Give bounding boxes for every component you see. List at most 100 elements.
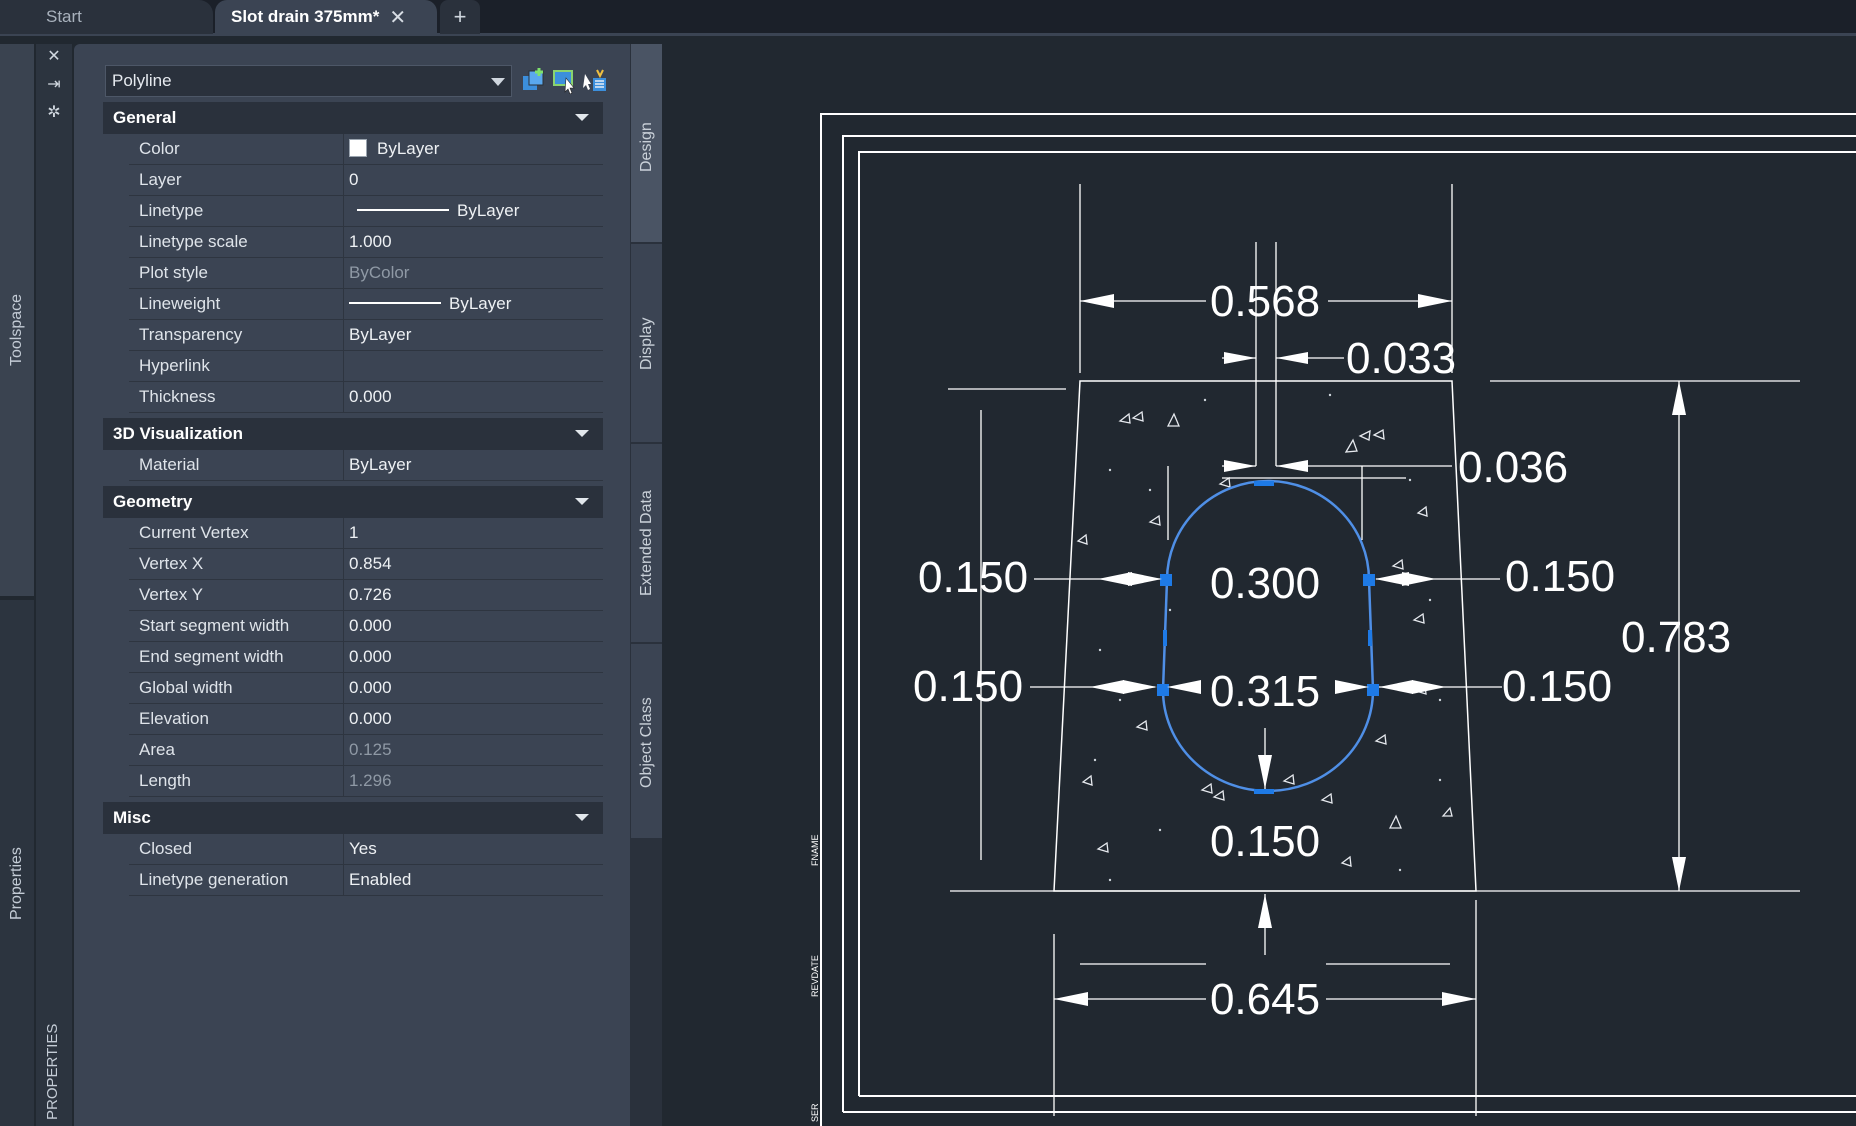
prop-row-length[interactable]: Length 1.296 (129, 766, 603, 797)
toolspace-label[interactable]: Toolspace (8, 294, 26, 366)
prop-row-vertex-x[interactable]: Vertex X 0.854 (129, 549, 603, 580)
prop-row-vertex-y[interactable]: Vertex Y 0.726 (129, 580, 603, 611)
prop-row-linetype[interactable]: Linetype ByLayer (129, 196, 603, 227)
prop-row-elevation[interactable]: Elevation 0.000 (129, 704, 603, 735)
drawing-svg[interactable]: FNAME REVDATE SER 0.568 0.033 0.036 0.15… (662, 36, 1856, 1126)
prop-value[interactable]: 0 (345, 165, 603, 195)
tab-object-class[interactable]: Object Class (630, 644, 662, 838)
prop-row-closed[interactable]: Closed Yes (129, 834, 603, 865)
properties-panel: Polyline General Color ByLayer Layer 0 L… (74, 44, 630, 1126)
prop-value[interactable] (345, 351, 603, 381)
prop-value[interactable]: ByLayer (345, 196, 603, 226)
prop-value: ByColor (345, 258, 603, 288)
section-gutter (103, 518, 129, 797)
prop-label: Lineweight (129, 289, 344, 319)
prop-value[interactable]: Yes (345, 834, 603, 864)
collapse-icon[interactable] (575, 814, 589, 821)
tab-extended-data[interactable]: Extended Data (630, 444, 662, 642)
prop-label: Elevation (129, 704, 344, 734)
prop-value[interactable]: 0.000 (345, 382, 603, 412)
selected-polyline[interactable] (1161, 479, 1375, 793)
dim-slot-width[interactable]: 0.033 (1346, 334, 1456, 383)
prop-value[interactable]: 0.000 (345, 704, 603, 734)
close-icon[interactable]: ✕ (389, 5, 406, 30)
dim-side-right-lower[interactable]: 0.150 (1502, 662, 1612, 711)
section-3d-title: 3D Visualization (113, 424, 244, 443)
prop-value[interactable]: 0.000 (345, 673, 603, 703)
dim-side-left-lower[interactable]: 0.150 (913, 662, 1023, 711)
section-misc[interactable]: Misc (103, 802, 603, 834)
dim-base-width[interactable]: 0.645 (1210, 975, 1320, 1024)
prop-row-thickness[interactable]: Thickness 0.000 (129, 382, 603, 413)
tab-display[interactable]: Display (630, 244, 662, 442)
prop-value[interactable]: ByLayer (345, 450, 603, 480)
prop-value[interactable]: ByLayer (345, 289, 603, 319)
auto-hide-icon[interactable]: ⇥ (45, 76, 63, 94)
dim-top-width[interactable]: 0.568 (1210, 277, 1320, 326)
tab-start[interactable]: Start (0, 0, 213, 34)
drawing-canvas[interactable]: FNAME REVDATE SER 0.568 0.033 0.036 0.15… (662, 36, 1856, 1126)
quick-select-icon[interactable] (583, 68, 609, 94)
prop-label: Hyperlink (129, 351, 344, 381)
prop-row-linetype-generation[interactable]: Linetype generation Enabled (129, 865, 603, 896)
prop-value[interactable]: 1 (345, 518, 603, 548)
settings-icon[interactable]: ✲ (45, 104, 63, 122)
dim-inner-upper-width[interactable]: 0.300 (1210, 559, 1320, 608)
new-tab-button[interactable]: + (440, 0, 480, 34)
prop-row-lineweight[interactable]: Lineweight ByLayer (129, 289, 603, 320)
tab-design[interactable]: Design (630, 44, 662, 242)
prop-row-hyperlink[interactable]: Hyperlink (129, 351, 603, 382)
select-objects-icon[interactable] (552, 68, 578, 94)
properties-strip[interactable]: Properties (0, 600, 34, 1126)
prop-row-current-vertex[interactable]: Current Vertex 1 (129, 518, 603, 549)
prop-label: Transparency (129, 320, 344, 350)
dim-top-cover[interactable]: 0.036 (1458, 443, 1568, 492)
prop-row-linetype-scale[interactable]: Linetype scale 1.000 (129, 227, 603, 258)
prop-value[interactable]: Enabled (345, 865, 603, 895)
border-label-ser: SER (810, 1103, 820, 1122)
prop-value[interactable]: 0.000 (345, 611, 603, 641)
border-label-revdate: REVDATE (810, 955, 820, 997)
dim-inner-lower-width[interactable]: 0.315 (1210, 667, 1320, 716)
prop-label: Global width (129, 673, 344, 703)
dim-side-left-upper[interactable]: 0.150 (918, 553, 1028, 602)
collapse-icon[interactable] (575, 114, 589, 121)
prop-row-global-width[interactable]: Global width 0.000 (129, 673, 603, 704)
close-icon[interactable]: ✕ (45, 48, 63, 66)
prop-value[interactable]: 0.726 (345, 580, 603, 610)
properties-strip-label[interactable]: Properties (8, 847, 26, 920)
prop-value[interactable]: ByLayer (345, 134, 603, 164)
prop-row-color[interactable]: Color ByLayer (129, 134, 603, 165)
toggle-pickadd-icon[interactable] (521, 68, 547, 94)
toolspace-strip[interactable]: Toolspace (0, 44, 34, 596)
prop-value-text: ByLayer (449, 294, 512, 313)
section-3d-visualization[interactable]: 3D Visualization (103, 418, 603, 450)
drain-body-outline[interactable] (1053, 380, 1477, 892)
tab-slot-drain[interactable]: Slot drain 375mm* ✕ (215, 0, 437, 34)
dim-side-right-upper[interactable]: 0.150 (1505, 552, 1615, 601)
tab-start-label: Start (46, 7, 82, 26)
section-general[interactable]: General (103, 102, 603, 134)
section-gutter (103, 450, 129, 481)
tab-object-class-label: Object Class (638, 697, 655, 788)
prop-row-end-segment-width[interactable]: End segment width 0.000 (129, 642, 603, 673)
prop-value[interactable]: 1.000 (345, 227, 603, 257)
prop-label: Color (129, 134, 344, 164)
prop-value[interactable]: ByLayer (345, 320, 603, 350)
prop-row-material[interactable]: Material ByLayer (129, 450, 603, 481)
section-geometry[interactable]: Geometry (103, 486, 603, 518)
prop-row-layer[interactable]: Layer 0 (129, 165, 603, 196)
grip-points[interactable] (1157, 481, 1379, 794)
section-gutter (103, 834, 129, 896)
dim-overall-height[interactable]: 0.783 (1621, 613, 1731, 662)
object-type-select[interactable]: Polyline (105, 65, 512, 97)
prop-row-transparency[interactable]: Transparency ByLayer (129, 320, 603, 351)
prop-row-area[interactable]: Area 0.125 (129, 735, 603, 766)
prop-row-plot-style[interactable]: Plot style ByColor (129, 258, 603, 289)
prop-row-start-segment-width[interactable]: Start segment width 0.000 (129, 611, 603, 642)
collapse-icon[interactable] (575, 430, 589, 437)
prop-value[interactable]: 0.000 (345, 642, 603, 672)
prop-value[interactable]: 0.854 (345, 549, 603, 579)
dim-bottom-thickness[interactable]: 0.150 (1210, 817, 1320, 866)
collapse-icon[interactable] (575, 498, 589, 505)
